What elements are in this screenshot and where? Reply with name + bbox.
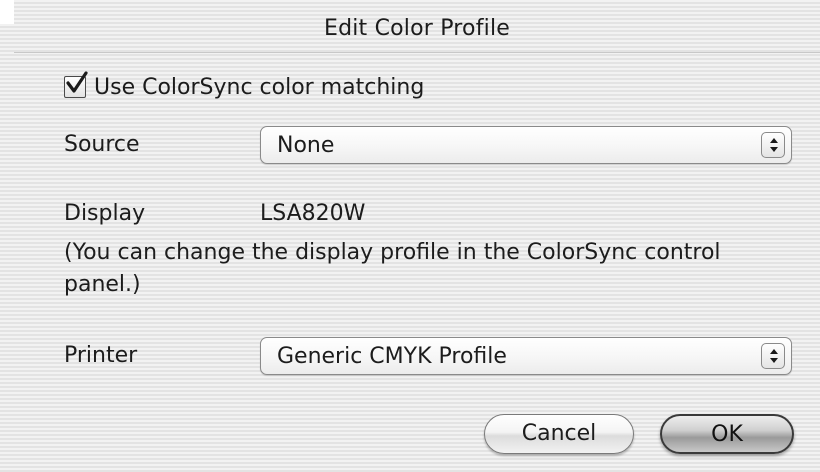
up-down-arrows-icon: [761, 343, 785, 369]
corner-artifact: [0, 0, 14, 24]
display-label: Display: [64, 201, 146, 226]
colorsync-checkbox-row[interactable]: Use ColorSync color matching: [64, 70, 424, 104]
display-profile-note: (You can change the display profile in t…: [64, 240, 721, 297]
colorsync-checkbox[interactable]: [64, 71, 88, 98]
dialog-title: Edit Color Profile: [323, 16, 511, 41]
display-profile-value: LSA820W: [260, 201, 366, 226]
checkmark-icon: [66, 71, 88, 93]
up-down-arrows-icon: [761, 132, 785, 158]
edit-color-profile-dialog: Edit Color Profile Use ColorSync color m…: [0, 0, 820, 472]
source-label: Source: [64, 132, 140, 157]
ok-button[interactable]: OK: [660, 414, 794, 454]
printer-popup[interactable]: Generic CMYK Profile: [260, 337, 792, 375]
printer-popup-value: Generic CMYK Profile: [277, 344, 507, 369]
source-popup[interactable]: None: [260, 126, 792, 164]
colorsync-checkbox-label: Use ColorSync color matching: [94, 74, 425, 100]
source-popup-value: None: [277, 133, 335, 158]
printer-label: Printer: [64, 343, 138, 368]
title-bar[interactable]: Edit Color Profile: [14, 0, 820, 53]
cancel-button[interactable]: Cancel: [484, 414, 634, 454]
